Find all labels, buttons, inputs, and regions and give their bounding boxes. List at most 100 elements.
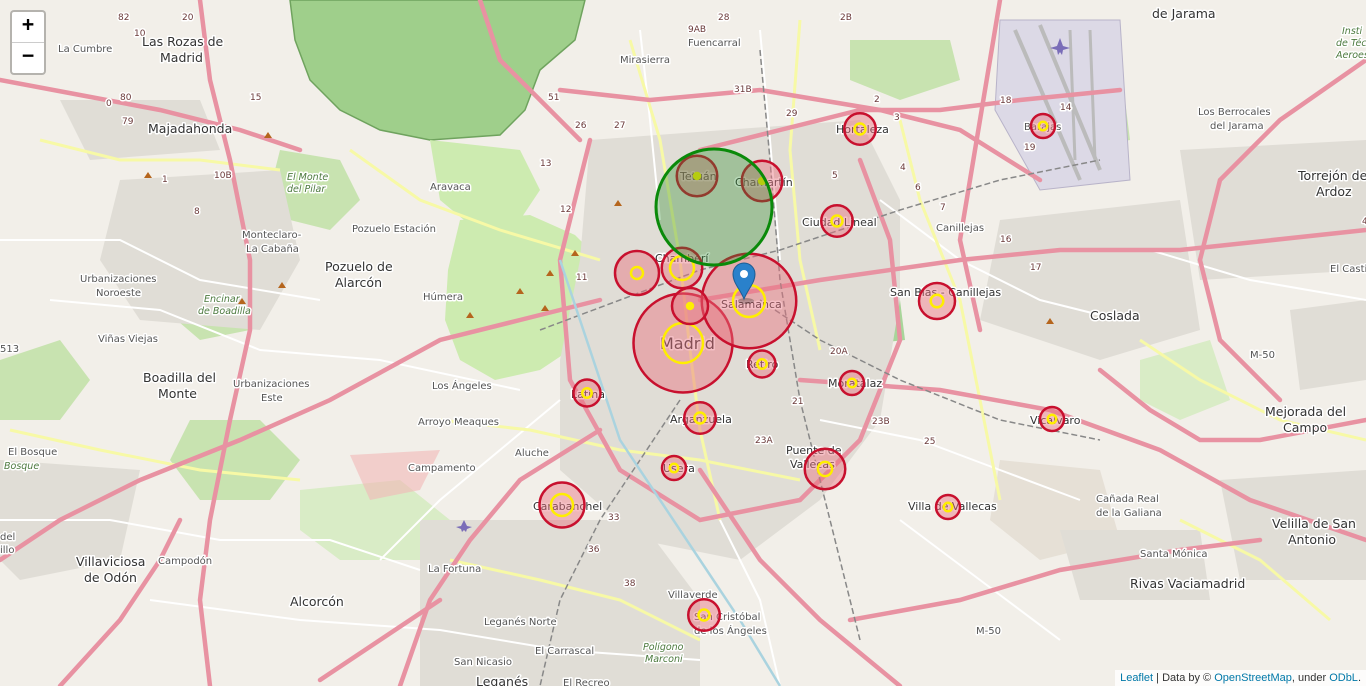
label-m513: 513 [0, 344, 19, 355]
road-number: 79 [122, 117, 134, 127]
label-las-rozas-2: Madrid [160, 50, 203, 65]
road-number: 14 [1060, 103, 1072, 113]
district-center-ring [685, 301, 695, 311]
label-mejorada-2: Campo [1283, 420, 1327, 435]
label-urb-noroeste-2: Noroeste [96, 288, 141, 299]
openstreetmap-link[interactable]: OpenStreetMap [1214, 672, 1292, 684]
road-number: 36 [588, 545, 600, 555]
road-number: 7 [940, 203, 946, 213]
road-number: 40 [1362, 217, 1366, 227]
label-berrocales: Los Berrocales [1198, 107, 1271, 118]
label-monteclaro: Monteclaro- [242, 230, 302, 241]
map-canvas[interactable]: 82 20 9AB 2B 28 10 80 79 15 0 51 26 27 3… [0, 0, 1366, 686]
label-poligono: Polígono [643, 642, 684, 653]
road-number: 4 [900, 163, 906, 173]
label-la-cumbre: La Cumbre [58, 44, 112, 55]
zoom-control: + − [10, 10, 46, 75]
district-circle[interactable] [613, 249, 661, 297]
label-velilla: Velilla de San [1272, 516, 1356, 531]
highlight-circle[interactable] [654, 147, 774, 267]
district-circle[interactable] [1038, 405, 1066, 433]
zoom-in-button[interactable]: + [12, 12, 44, 42]
label-pozuelo: Pozuelo de [325, 259, 393, 274]
district-circle[interactable] [838, 369, 866, 397]
label-del: del [0, 532, 15, 543]
district-circle[interactable] [917, 281, 957, 321]
district-circle[interactable] [687, 598, 721, 632]
road-number: 2B [840, 13, 852, 23]
road-number: 31B [734, 85, 752, 95]
road-number: 26 [575, 121, 587, 131]
label-pozuelo-estacion: Pozuelo Estación [352, 223, 436, 235]
label-el-monte: El Monte [287, 172, 328, 183]
leaflet-link[interactable]: Leaflet [1120, 672, 1153, 684]
road-number: 20 [182, 13, 194, 23]
label-villaviciosa: Villaviciosa [76, 554, 145, 569]
label-boadilla: Boadilla del [143, 370, 216, 385]
attribution-end: . [1357, 672, 1361, 684]
label-el-monte-2: del Pilar [287, 184, 326, 195]
district-circle[interactable] [747, 349, 777, 379]
road-number: 8 [194, 207, 200, 217]
road-number: 21 [792, 397, 803, 407]
road-number: 27 [614, 121, 625, 131]
label-bosque-2: Bosque [4, 461, 39, 472]
district-circle[interactable] [803, 447, 847, 491]
label-vinas-viejas: Viñas Viejas [98, 334, 158, 345]
label-los-angeles: Los Ángeles [432, 379, 492, 392]
district-circle[interactable] [843, 112, 877, 146]
road-number: 2 [874, 95, 880, 105]
label-alcorcon: Alcorcón [290, 594, 344, 609]
label-inst-2: de Téc [1336, 38, 1366, 49]
district-circle[interactable] [683, 401, 717, 435]
label-humera: Húmera [423, 291, 463, 303]
district-circle[interactable] [1029, 112, 1057, 140]
label-leganes: Leganés [476, 674, 528, 686]
district-circle[interactable] [572, 378, 602, 408]
road-number: 23A [755, 436, 773, 446]
road-number: 13 [540, 159, 551, 169]
district-circle[interactable] [820, 204, 854, 238]
label-rivas: Rivas Vaciamadrid [1130, 576, 1245, 591]
road-number: 11 [576, 273, 587, 283]
zoom-out-button[interactable]: − [12, 42, 44, 73]
label-coslada: Coslada [1090, 308, 1140, 323]
label-majadahonda: Majadahonda [148, 121, 232, 136]
road-number: 33 [608, 513, 619, 523]
highlight-circle-group[interactable] [654, 147, 774, 267]
label-m50: M-50 [1250, 350, 1275, 361]
odbl-link[interactable]: ODbL [1329, 672, 1358, 684]
road-number: 20A [830, 347, 848, 357]
road-number: 10B [214, 171, 232, 181]
label-leganes-norte: Leganés Norte [484, 616, 557, 628]
label-boadilla-2: Monte [158, 386, 197, 401]
district-circle[interactable] [934, 493, 962, 521]
label-torrejon: Torrejón de [1297, 168, 1366, 183]
label-el-castillo: El Casti [1330, 264, 1366, 275]
label-berrocales-2: del Jarama [1210, 121, 1264, 132]
road-number: 6 [915, 183, 921, 193]
label-pozuelo-2: Alarcón [335, 275, 382, 290]
road-number: 12 [560, 205, 571, 215]
label-inst-3: Aeroes [1335, 50, 1366, 61]
label-arroyo: Arroyo Meaques [418, 417, 499, 428]
road-number: 0 [106, 99, 112, 109]
road-number: 80 [120, 93, 132, 103]
label-mirasierra: Mirasierra [620, 55, 670, 66]
road-number: 25 [924, 437, 935, 447]
district-circle[interactable] [660, 454, 688, 482]
road-number: 82 [118, 13, 129, 23]
district-circle[interactable] [538, 481, 586, 529]
label-urb-este: Urbanizaciones [233, 379, 310, 390]
attribution-under: , under [1291, 672, 1330, 684]
label-san-nicasio: San Nicasio [454, 657, 512, 668]
road-number: 15 [250, 93, 261, 103]
road-number: 19 [1024, 143, 1036, 153]
attribution-separator: | Data by © [1153, 672, 1215, 684]
label-illo: illo [0, 545, 14, 556]
road-number: 1 [162, 175, 168, 185]
road-number: 29 [786, 109, 798, 119]
attribution: Leaflet | Data by © OpenStreetMap, under… [1115, 670, 1366, 686]
label-fuencarral: Fuencarral [688, 38, 741, 49]
label-paracuellos: de Jarama [1152, 6, 1216, 21]
